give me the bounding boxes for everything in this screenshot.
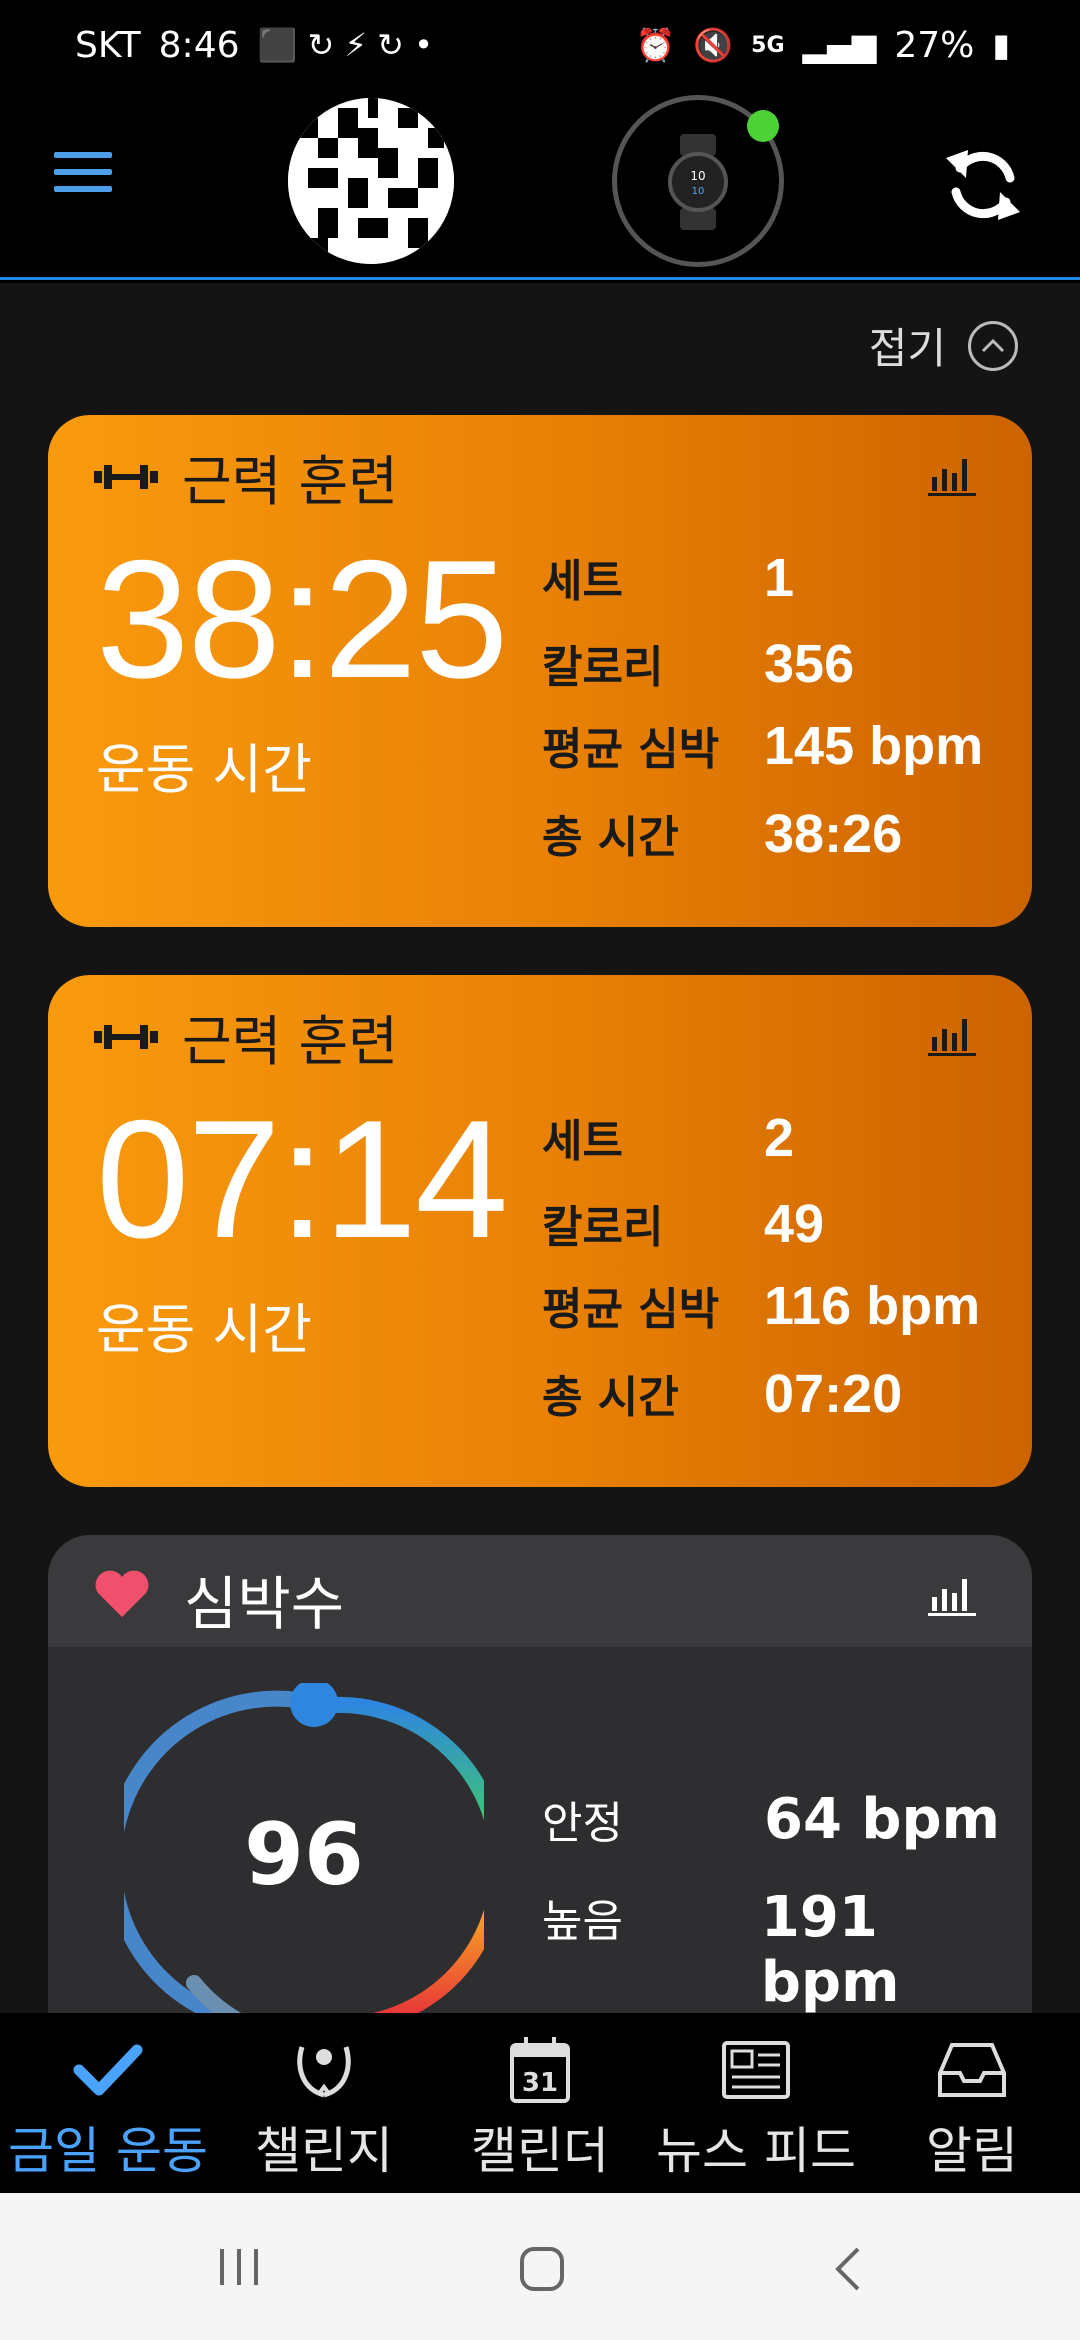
stat-row: 평균 심박 116 bpm bbox=[542, 1273, 980, 1337]
workout-duration: 38:25 bbox=[96, 525, 508, 713]
nav-label: 캘린더 bbox=[471, 2122, 609, 2180]
stat-row: 칼로리 49 bbox=[542, 1191, 824, 1255]
stat-value: 07:20 bbox=[764, 1364, 903, 1424]
stat-value: 1 bbox=[764, 548, 795, 608]
calendar-day: 31 bbox=[522, 2068, 558, 2098]
nav-calendar[interactable]: 31 캘린더 bbox=[432, 2013, 648, 2193]
stat-value: 49 bbox=[764, 1194, 825, 1254]
notification-icons: ⬛ ↻ ⚡ ↻ • bbox=[257, 26, 434, 64]
duration-label: 운동 시간 bbox=[96, 1298, 312, 1361]
inbox-icon bbox=[932, 2035, 1012, 2105]
nav-label: 뉴스 피드 bbox=[656, 2122, 856, 2180]
nav-notifications[interactable]: 알림 bbox=[864, 2013, 1080, 2193]
network-label: 5G bbox=[751, 32, 785, 58]
stat-row: 칼로리 356 bbox=[542, 631, 854, 695]
high-label: 높음 bbox=[542, 1896, 623, 1947]
stat-row: 세트 1 bbox=[542, 545, 794, 609]
app-header: 10 10 bbox=[0, 90, 1080, 280]
signal-icon: ▂▄▆ bbox=[802, 26, 877, 64]
current-heart-rate: 96 bbox=[244, 1805, 364, 1905]
carrier-label: SKT bbox=[75, 24, 141, 66]
profile-avatar[interactable] bbox=[288, 98, 454, 264]
resting-hr-row: 안정 64 bpm bbox=[542, 1787, 1000, 1852]
stat-label: 평균 심박 bbox=[542, 1284, 720, 1335]
nav-challenges[interactable]: 챌린지 bbox=[216, 2013, 432, 2193]
chart-icon[interactable] bbox=[928, 1573, 976, 1617]
main-content: 접기 근력 훈련 38:25 운동 시간 세트 1 칼로리 356 평균 심박 145… bbox=[0, 283, 1080, 2013]
stat-value: 2 bbox=[764, 1108, 795, 1168]
check-icon bbox=[68, 2035, 148, 2105]
collapse-label: 접기 bbox=[868, 324, 946, 373]
heart-rate-header: 심박수 bbox=[48, 1535, 1032, 1647]
battery-percent: 27% bbox=[894, 24, 975, 66]
newspaper-icon bbox=[716, 2035, 796, 2105]
bottom-navigation: 금일 운동 챌린지 31 캘린더 뉴스 피드 알림 bbox=[0, 2013, 1080, 2193]
laurel-icon bbox=[284, 2035, 364, 2105]
heart-icon bbox=[95, 1570, 149, 1617]
svg-text:10: 10 bbox=[692, 186, 705, 197]
back-icon[interactable] bbox=[830, 2245, 866, 2293]
home-icon[interactable] bbox=[518, 2245, 566, 2293]
resting-value: 64 bpm bbox=[764, 1787, 1000, 1852]
stat-row: 평균 심박 145 bpm bbox=[542, 713, 983, 777]
stat-label: 총 시간 bbox=[542, 1372, 679, 1423]
activity-card[interactable]: 근력 훈련 07:14 운동 시간 세트 2 칼로리 49 평균 심박 116 bpm… bbox=[48, 975, 1032, 1487]
nav-label: 알림 bbox=[926, 2122, 1018, 2180]
stat-label: 세트 bbox=[542, 556, 623, 607]
stat-value: 356 bbox=[764, 634, 855, 694]
stat-row: 총 시간 07:20 bbox=[542, 1361, 902, 1425]
system-navigation-bar bbox=[0, 2193, 1080, 2340]
recent-apps-icon[interactable] bbox=[214, 2245, 264, 2289]
svg-text:10: 10 bbox=[690, 169, 705, 183]
nav-label: 챌린지 bbox=[255, 2122, 393, 2180]
connected-indicator bbox=[747, 110, 779, 142]
duration-label: 운동 시간 bbox=[96, 738, 312, 801]
high-value: 191 bpm bbox=[760, 1885, 900, 2013]
mute-icon: 🔇 bbox=[693, 26, 734, 64]
stat-label: 칼로리 bbox=[542, 1202, 664, 1253]
heart-rate-card[interactable]: 심박수 96 안정 64 bpm 높음 191 bpm bbox=[48, 1535, 1032, 2013]
dumbbell-icon bbox=[94, 464, 158, 489]
hamburger-icon[interactable] bbox=[54, 152, 112, 192]
chart-icon[interactable] bbox=[928, 453, 976, 497]
workout-duration: 07:14 bbox=[96, 1085, 508, 1273]
battery-icon: ▮ bbox=[992, 26, 1010, 64]
device-status[interactable]: 10 10 bbox=[612, 95, 784, 267]
sync-icon[interactable] bbox=[938, 140, 1028, 230]
nav-label: 금일 운동 bbox=[8, 2122, 208, 2180]
stat-label: 칼로리 bbox=[542, 642, 664, 693]
stat-value: 116 bpm bbox=[764, 1276, 981, 1336]
stat-label: 총 시간 bbox=[542, 812, 679, 863]
stat-label: 세트 bbox=[542, 1116, 623, 1167]
alarm-icon: ⏰ bbox=[635, 26, 676, 64]
stat-value: 145 bpm bbox=[764, 716, 984, 776]
stat-row: 총 시간 38:26 bbox=[542, 801, 902, 865]
chevron-up-icon bbox=[968, 320, 1018, 371]
activity-title: 근력 훈련 bbox=[182, 450, 398, 513]
stat-row: 세트 2 bbox=[542, 1105, 794, 1169]
nav-newsfeed[interactable]: 뉴스 피드 bbox=[648, 2013, 864, 2193]
activity-card[interactable]: 근력 훈련 38:25 운동 시간 세트 1 칼로리 356 평균 심박 145 bp… bbox=[48, 415, 1032, 927]
dumbbell-icon bbox=[94, 1024, 158, 1049]
activity-title: 근력 훈련 bbox=[182, 1010, 398, 1073]
stat-value: 38:26 bbox=[764, 804, 903, 864]
avatar-pattern-icon bbox=[288, 98, 454, 264]
high-hr-row: 높음 191 bpm bbox=[542, 1885, 1032, 2013]
stat-label: 평균 심박 bbox=[542, 724, 720, 775]
nav-today[interactable]: 금일 운동 bbox=[0, 2013, 216, 2193]
heart-rate-title: 심박수 bbox=[184, 1570, 345, 1638]
resting-label: 안정 bbox=[542, 1798, 623, 1849]
collapse-button[interactable]: 접기 bbox=[869, 315, 1018, 376]
status-bar: SKT 8:46 ⬛ ↻ ⚡ ↻ • ⏰ 🔇 5G ▂▄▆ 27% ▮ bbox=[0, 0, 1080, 90]
watch-icon: 10 10 bbox=[668, 134, 728, 230]
chart-icon[interactable] bbox=[928, 1013, 976, 1057]
calendar-icon: 31 bbox=[500, 2035, 580, 2105]
clock: 8:46 bbox=[158, 24, 240, 66]
